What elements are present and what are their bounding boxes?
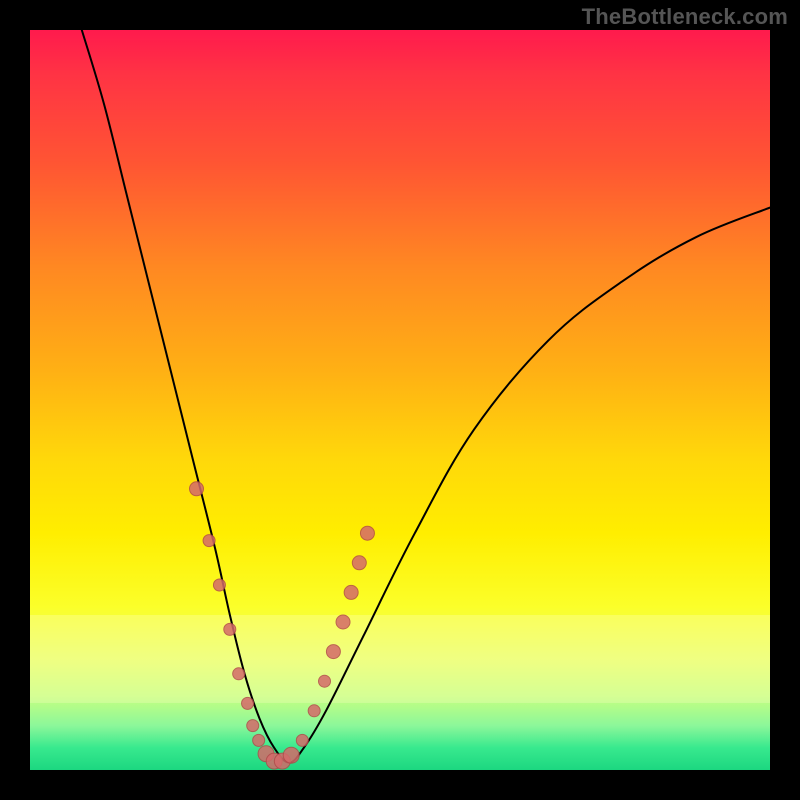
marker-point [360,526,374,540]
marker-point [190,482,204,496]
marker-point [326,645,340,659]
chart-stage: TheBottleneck.com [0,0,800,800]
marker-point [242,697,254,709]
marker-point [319,675,331,687]
marker-point [224,623,236,635]
marker-point [336,615,350,629]
marker-point [253,734,265,746]
marker-point [308,705,320,717]
marker-point [296,734,308,746]
watermark-text: TheBottleneck.com [582,4,788,30]
marker-point [344,585,358,599]
bottleneck-curve [82,30,770,763]
marker-point [352,556,366,570]
marker-group [190,482,375,769]
chart-svg [30,30,770,770]
marker-point [213,579,225,591]
marker-point [203,535,215,547]
plot-area [30,30,770,770]
marker-point [233,668,245,680]
marker-point [247,720,259,732]
marker-point [283,747,299,763]
